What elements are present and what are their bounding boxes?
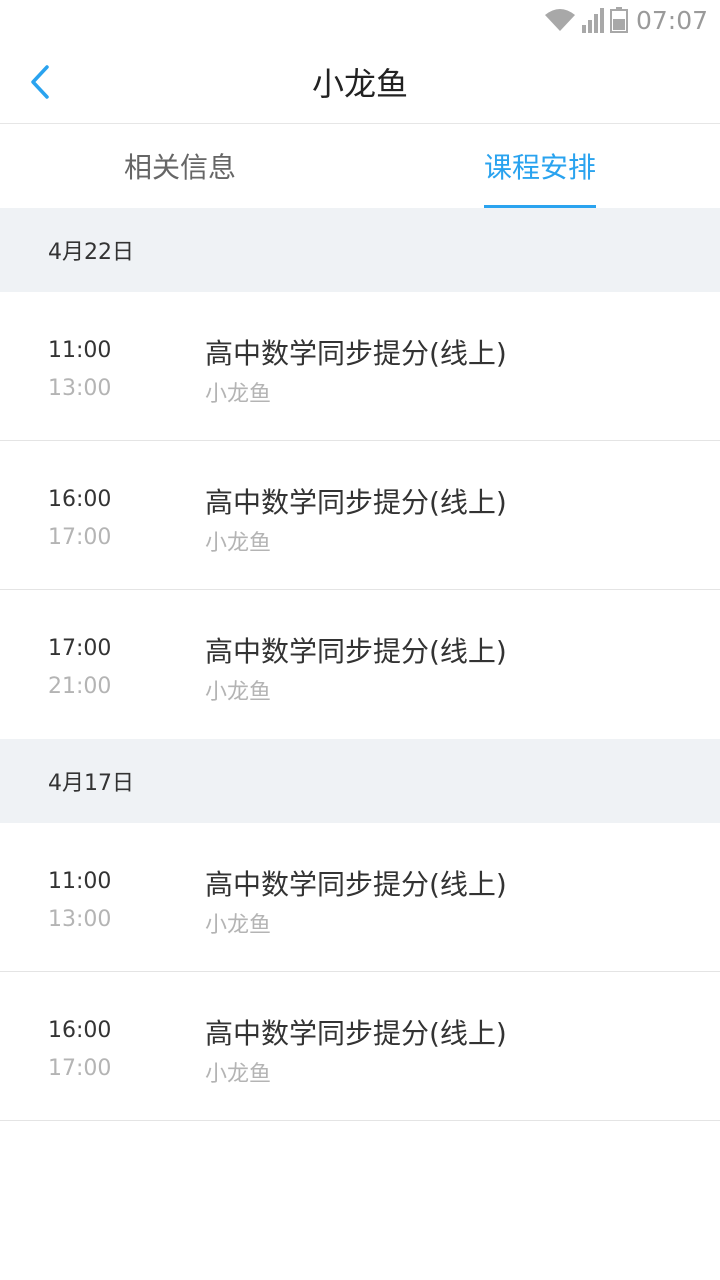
teacher-name: 小龙鱼 xyxy=(205,1062,272,1087)
start-time: 16:00 xyxy=(48,487,112,512)
list-item[interactable]: 16:00 17:00 高中数学同步提分(线上) 小龙鱼 xyxy=(0,441,720,590)
list-item[interactable]: 17:00 21:00 高中数学同步提分(线上) 小龙鱼 xyxy=(0,590,720,739)
start-time: 11:00 xyxy=(48,869,112,894)
course-title: 高中数学同步提分(线上) xyxy=(205,868,507,901)
date-header: 4月22日 xyxy=(0,208,720,292)
end-time: 13:00 xyxy=(48,376,112,401)
course-title: 高中数学同步提分(线上) xyxy=(205,1017,507,1050)
start-time: 11:00 xyxy=(48,338,112,363)
signal-icon xyxy=(581,8,604,33)
list-item[interactable]: 16:00 17:00 高中数学同步提分(线上) 小龙鱼 xyxy=(0,972,720,1121)
start-time: 17:00 xyxy=(48,636,112,661)
navigation-bar: 小龙鱼 xyxy=(0,40,720,124)
start-time: 16:00 xyxy=(48,1018,112,1043)
end-time: 13:00 xyxy=(48,907,112,932)
tab-course-schedule[interactable]: 课程安排 xyxy=(360,124,720,208)
end-time: 21:00 xyxy=(48,674,112,699)
schedule-list: 4月22日 11:00 13:00 高中数学同步提分(线上) 小龙鱼 16:00… xyxy=(0,208,720,1121)
list-item[interactable]: 11:00 13:00 高中数学同步提分(线上) 小龙鱼 xyxy=(0,823,720,972)
battery-icon xyxy=(609,7,628,33)
tab-label: 相关信息 xyxy=(123,151,236,184)
page-title: 小龙鱼 xyxy=(311,64,408,103)
course-title: 高中数学同步提分(线上) xyxy=(205,486,507,519)
status-bar: 07:07 xyxy=(0,0,720,40)
status-time: 07:07 xyxy=(635,5,708,35)
tab-bar: 相关信息 课程安排 xyxy=(0,124,720,208)
back-button[interactable] xyxy=(16,58,64,106)
tab-label: 课程安排 xyxy=(483,124,597,208)
end-time: 17:00 xyxy=(48,525,112,550)
teacher-name: 小龙鱼 xyxy=(205,680,272,705)
wifi-icon xyxy=(544,9,575,31)
list-item[interactable]: 11:00 13:00 高中数学同步提分(线上) 小龙鱼 xyxy=(0,292,720,441)
teacher-name: 小龙鱼 xyxy=(205,382,272,407)
date-header: 4月17日 xyxy=(0,739,720,823)
course-title: 高中数学同步提分(线上) xyxy=(205,635,507,668)
status-icons xyxy=(544,7,628,33)
course-title: 高中数学同步提分(线上) xyxy=(205,337,507,370)
tab-related-info[interactable]: 相关信息 xyxy=(0,124,360,208)
end-time: 17:00 xyxy=(48,1056,112,1081)
chevron-left-icon xyxy=(31,65,49,99)
teacher-name: 小龙鱼 xyxy=(205,913,272,938)
teacher-name: 小龙鱼 xyxy=(205,531,272,556)
